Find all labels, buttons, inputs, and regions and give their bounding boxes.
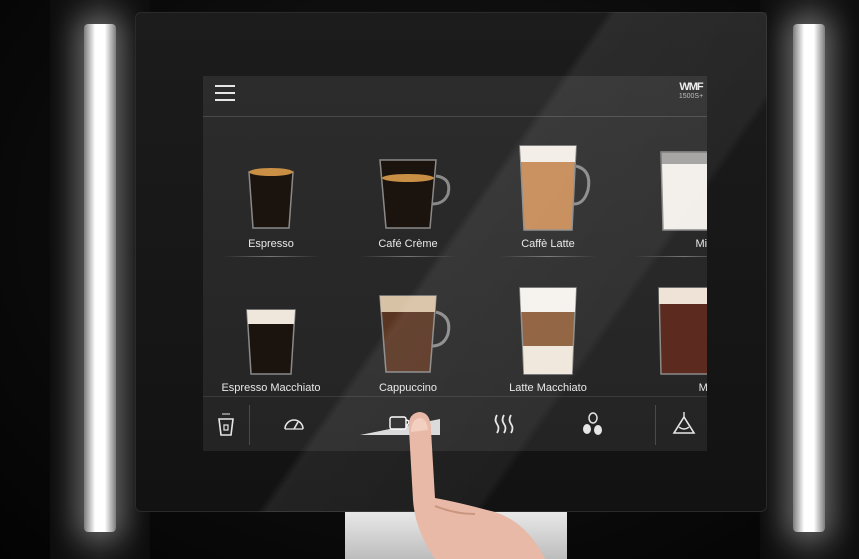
beverage-tile-milk[interactable]: Milk [623,138,707,257]
beverage-tile-cappuccino[interactable]: Cappuccino [348,282,468,394]
hamburger-icon[interactable] [215,85,235,103]
care-alert-icon[interactable] [669,411,699,437]
cup-size-icon[interactable] [211,411,241,437]
tile-divider [360,256,456,257]
right-light-strip [793,24,825,532]
beverage-label: Espresso [248,238,294,250]
beverage-label: Milk [695,238,707,250]
toolbar-divider [655,405,656,445]
latte-macchiato-glass-icon [519,287,577,375]
caffe-latte-glass-icon [519,145,591,231]
cappuccino-cup-icon [379,295,451,373]
beverage-tile-espresso-macchiato[interactable]: Espresso Macchiato [211,282,331,394]
tile-divider [635,256,707,257]
left-light-strip [84,24,116,532]
milk-chocolate-glass-icon [658,287,707,375]
pointing-finger [408,412,545,559]
brand-logo: WMF 1500S+ [675,82,707,112]
brand-mark: WMF [679,81,703,93]
milk-glass-icon [660,151,707,231]
model-label: 1500S+ [678,93,704,100]
touch-screen: WMF 1500S+ Espresso Café Crème Caffè Lat… [203,76,707,451]
beverage-tile-latte-macchiato[interactable]: Latte Macchiato [488,282,608,394]
beverage-label: Espresso Macchiato [221,382,321,394]
beverage-label: Café Crème [378,238,438,250]
beverage-label: Cappuccino [378,382,438,394]
toolbar-divider [249,405,250,445]
beverage-tile-caffe-latte[interactable]: Caffè Latte [488,138,608,257]
strength-gauge-icon[interactable] [279,411,309,437]
tile-divider [500,256,596,257]
beverage-label: Milk cho [698,382,707,394]
tile-divider [223,256,319,257]
cafe-creme-cup-icon [379,159,451,229]
espresso-macchiato-cup-icon [246,309,296,375]
beverage-tile-espresso[interactable]: Espresso [211,138,331,257]
beverage-label: Caffè Latte [521,238,575,250]
top-bar: WMF 1500S+ [203,76,707,117]
beverage-label: Latte Macchiato [509,382,587,394]
espresso-cup-icon [248,168,294,229]
beverage-tile-milk-chocolate[interactable]: Milk cho [623,282,707,394]
coffee-beans-icon[interactable] [577,411,607,437]
beverage-tile-cafe-creme[interactable]: Café Crème [348,138,468,257]
